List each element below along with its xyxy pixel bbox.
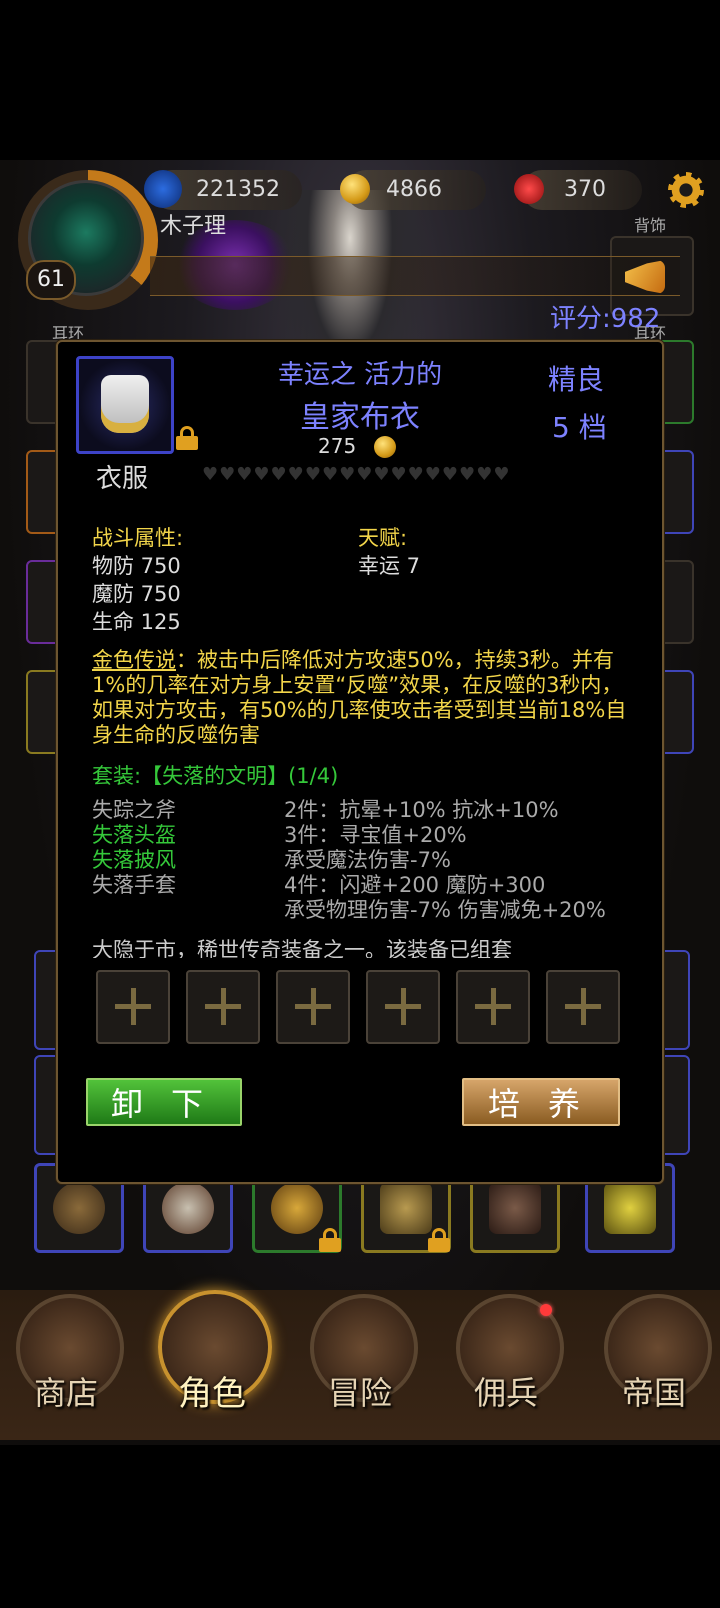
talent-title: 天赋: [358, 526, 408, 550]
set-item-missing: 失落手套 [92, 873, 176, 897]
combat-stat: 生命 125 [92, 610, 181, 634]
lock-icon [428, 1228, 450, 1252]
gems-counter: 221352 [144, 170, 302, 210]
nav-adventure-label: 冒险 [327, 1374, 392, 1412]
combat-stat: 物防 750 [92, 554, 181, 578]
item-grade: 5 档 [552, 411, 607, 444]
gold-counter: 4866 [340, 170, 486, 210]
set-title: 套装:【失落的文明】(1/4) [92, 764, 339, 788]
red-crystal-icon [514, 174, 544, 204]
gems-value: 221352 [196, 177, 280, 202]
gem-socket-5[interactable] [456, 970, 530, 1044]
gem-socket-1[interactable] [96, 970, 170, 1044]
nav-character-label: 角色 [178, 1374, 246, 1414]
bottom-nav: 商店 角色 冒险 佣兵 帝国 [0, 1290, 720, 1440]
talent-stat: 幸运 7 [358, 554, 421, 578]
crystals-counter: 370 [514, 170, 642, 210]
gold-coin-icon [340, 174, 370, 204]
nav-mercenary-label: 佣兵 [473, 1374, 538, 1412]
item-detail-modal: 幸运之 活力的 皇家布衣 275 精良 5 档 衣服 ♥♥♥♥♥♥♥♥♥♥♥♥♥… [56, 340, 664, 1184]
combat-stats-title: 战斗属性: [92, 526, 184, 550]
unequip-button[interactable]: 卸下 [86, 1078, 242, 1126]
gem-socket-3[interactable] [276, 970, 350, 1044]
lock-icon [319, 1228, 341, 1252]
durability-hearts: ♥♥♥♥♥♥♥♥♥♥♥♥♥♥♥♥♥♥ [202, 464, 511, 485]
item-slot-type: 衣服 [96, 464, 149, 494]
settings-gear-icon[interactable] [668, 172, 704, 208]
crystals-value: 370 [564, 177, 606, 202]
scale-armor-icon [380, 1182, 432, 1234]
legend-label: 金色传说 [92, 648, 176, 672]
nav-empire-label: 帝国 [621, 1374, 686, 1412]
level-badge: 61 [26, 260, 76, 300]
notification-dot [540, 1304, 552, 1316]
player-name: 木子理 [160, 214, 227, 239]
combat-stat: 魔防 750 [92, 582, 181, 606]
back-slot-label: 背饰 [634, 216, 667, 235]
set-bonus: 承受物理伤害-7% 伤害减免+20% [284, 898, 606, 922]
flavor-text: 大隐于市，稀世传奇装备之一。该装备已组套 [92, 938, 512, 958]
helmet-icon [53, 1182, 105, 1234]
gem-socket-4[interactable] [366, 970, 440, 1044]
nav-shop-label: 商店 [33, 1374, 98, 1412]
train-button[interactable]: 培养 [462, 1078, 620, 1126]
gold-armor-icon [604, 1182, 656, 1234]
gold-value: 4866 [386, 177, 442, 202]
leather-armor-icon [489, 1182, 541, 1234]
name-banner [150, 256, 680, 296]
gem-socket-6[interactable] [546, 970, 620, 1044]
gold-coin-icon [374, 436, 396, 458]
gem-socket-2[interactable] [186, 970, 260, 1044]
score-label: 评分:982 [550, 304, 661, 334]
legendary-effect: 金色传说：被击中后降低对方攻速50%，持续3秒。并有1%的几率在对方身上安置“反… [92, 648, 632, 748]
blue-gem-icon [144, 170, 182, 208]
item-quality: 精良 [548, 363, 605, 396]
item-price: 275 [318, 434, 357, 458]
gold-helmet-icon [271, 1182, 323, 1234]
fur-hat-icon [162, 1182, 214, 1234]
